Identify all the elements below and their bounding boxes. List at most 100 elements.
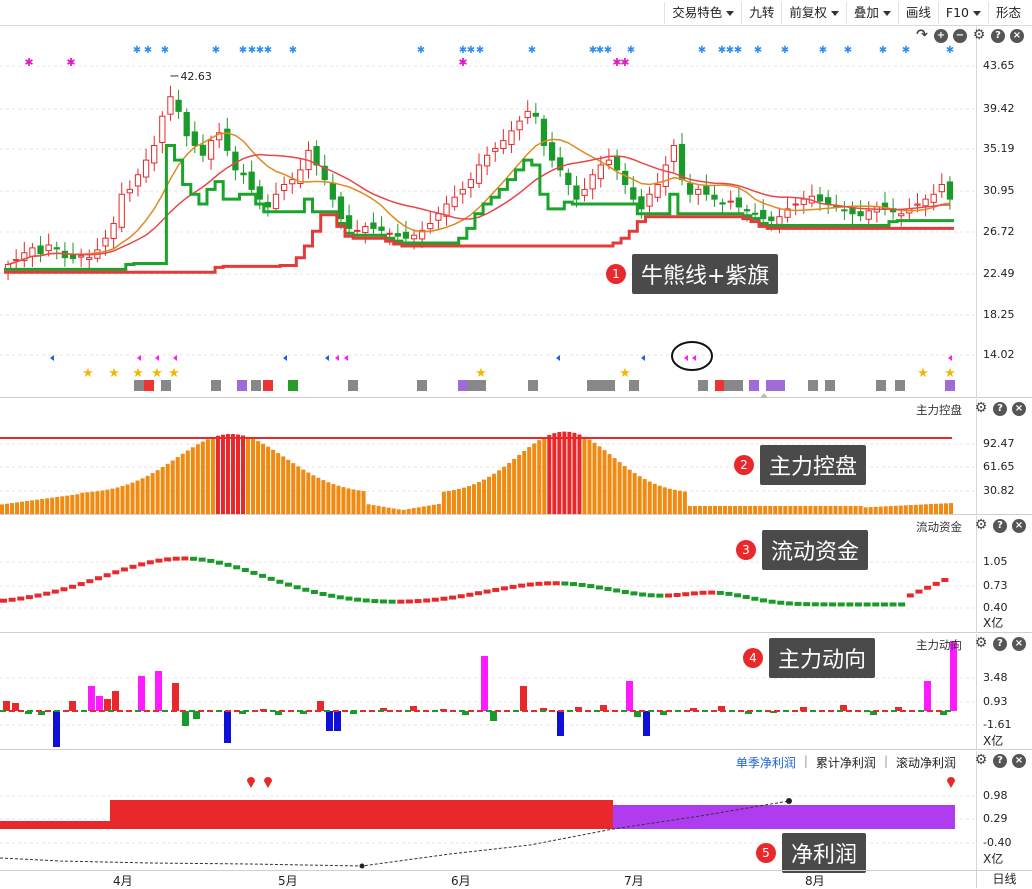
candle [69, 242, 77, 264]
candle [711, 184, 718, 207]
close-icon[interactable]: × [1012, 754, 1026, 768]
net-profit-panel[interactable]: 0.98 0.29 -0.40 X亿 单季净利润 | 累计净利润 | 滚动净利润 ⚙ ? × … [0, 751, 1032, 873]
close-icon[interactable]: × [1012, 402, 1026, 416]
event-box[interactable] [775, 380, 785, 391]
location-pin-icon[interactable] [947, 777, 955, 788]
gear-icon[interactable]: ⚙ [974, 518, 988, 533]
event-box[interactable] [288, 380, 298, 391]
gear-icon[interactable]: ⚙ [974, 636, 988, 651]
candlestick-chart[interactable]: 42.63✱ ✱ ✱ ✱ ✱ ✱ ✱ ✱ ✱ ✱ ✱ ✱ ✱ ✱ ✱✱ ✱ ✱ ✱ ✱ ✱ ✱ ✱ ✱ ✱ ✱ ✱ ✱ ✱✱ ✱ ✱ ✱✱★… [0, 26, 976, 398]
help-icon[interactable]: ? [991, 29, 1005, 43]
event-box[interactable] [467, 380, 477, 391]
liquidity-panel[interactable]: 1.05 0.73 0.40 X亿 流动资金 ⚙ ? × 3 流动资金 [0, 516, 1032, 633]
event-box[interactable] [808, 380, 818, 391]
event-box[interactable] [724, 380, 734, 391]
event-box[interactable] [749, 380, 759, 391]
price-chart-panel[interactable]: 42.63 ✱ ✱ ✱ ✱ ✱ ✱ ✱ ✱ ✱ ✱ ✱ ✱ ✱ ✱ ✱ ✱ ✱ ✱ ✱ ✱ ✱ ✱ ✱ ✱ ✱ ✱ ✱ ✱ ✱ ✱ ✱ ✱ ✱ ✱ ★… [0, 26, 1032, 398]
event-box[interactable] [263, 380, 273, 391]
flow-bar [104, 699, 111, 711]
toolbar-button-2[interactable]: 前复权 [781, 1, 846, 24]
signal-marker: ✱ [528, 45, 536, 56]
event-box[interactable] [144, 380, 154, 391]
event-box[interactable] [134, 380, 144, 391]
control-bar [803, 506, 808, 514]
control-bar [748, 506, 753, 514]
event-box[interactable] [596, 380, 606, 391]
tab-profit-0[interactable]: 单季净利润 [736, 754, 796, 771]
control-bar [85, 492, 90, 514]
event-box[interactable] [251, 380, 261, 391]
candle [557, 146, 564, 177]
gear-icon[interactable]: ⚙ [974, 401, 988, 416]
control-bar [220, 434, 225, 514]
help-icon[interactable]: ? [993, 637, 1007, 651]
main-control-panel[interactable]: 92.47 61.65 30.82 主力控盘 ⚙ ? × 2 主力控盘 [0, 399, 1032, 515]
axis-tick: -0.40 [983, 836, 1012, 849]
event-box[interactable] [715, 380, 725, 391]
toolbar-button-label: F10 [945, 4, 969, 20]
gear-icon[interactable]: ⚙ [972, 28, 986, 43]
event-box[interactable] [476, 380, 486, 391]
help-icon[interactable]: ? [993, 402, 1007, 416]
flow-tick [351, 710, 357, 712]
event-box[interactable] [348, 380, 358, 391]
event-box[interactable] [211, 380, 221, 391]
liquidity-mark [466, 592, 474, 597]
event-box[interactable] [237, 380, 247, 391]
candle [94, 238, 101, 263]
location-pin-icon[interactable] [264, 777, 272, 788]
control-bar [20, 501, 25, 514]
event-box[interactable] [895, 380, 905, 391]
period-button[interactable]: 日线 [976, 871, 1032, 888]
redo-icon[interactable]: ↷ [915, 28, 929, 43]
liquidity-mark [509, 584, 517, 589]
zoom-out-icon[interactable]: − [953, 29, 967, 43]
event-box[interactable] [733, 380, 743, 391]
liquidity-mark [405, 599, 413, 604]
flow-tick [432, 710, 438, 712]
location-pin-icon[interactable] [247, 777, 255, 788]
close-icon[interactable]: × [1012, 519, 1026, 533]
toolbar-button-5[interactable]: F10 [937, 1, 988, 24]
help-icon[interactable]: ? [993, 754, 1007, 768]
toolbar-button-3[interactable]: 叠加 [845, 1, 898, 24]
event-box[interactable] [161, 380, 171, 391]
event-box[interactable] [825, 380, 835, 391]
event-box[interactable] [876, 380, 886, 391]
zoom-in-icon[interactable]: + [934, 29, 948, 43]
candle [727, 190, 734, 210]
toolbar-button-4[interactable]: 画线 [897, 1, 938, 24]
liquidity-mark [777, 600, 785, 605]
close-icon[interactable]: × [1010, 29, 1024, 43]
help-icon[interactable]: ? [993, 519, 1007, 533]
event-box[interactable] [417, 380, 427, 391]
event-box[interactable] [605, 380, 615, 391]
toolbar-button-1[interactable]: 九转 [741, 1, 781, 24]
candle [321, 154, 328, 186]
close-icon[interactable]: × [1012, 637, 1026, 651]
event-box[interactable] [629, 380, 639, 391]
main-flow-panel[interactable]: 3.48 0.93 -1.61 X亿 主力动向 ⚙ ? × 4 主力动向 [0, 634, 1032, 750]
event-box[interactable] [458, 380, 468, 391]
toolbar-button-label: 交易特色 [672, 4, 723, 20]
gear-icon[interactable]: ⚙ [974, 753, 988, 768]
event-box[interactable] [698, 380, 708, 391]
scroll-caret-icon[interactable] [760, 393, 768, 398]
axis-tick: 92.47 [983, 437, 1015, 450]
flow-tick [162, 710, 168, 712]
control-bar [50, 497, 55, 514]
tab-profit-2[interactable]: 滚动净利润 [896, 754, 956, 771]
event-box[interactable] [945, 380, 955, 391]
flag-triangle [325, 355, 329, 361]
event-box[interactable] [766, 380, 776, 391]
signal-marker: ✱ [239, 45, 247, 56]
axis-tick: 0.29 [983, 812, 1008, 825]
event-box[interactable] [587, 380, 597, 391]
control-bar [778, 506, 783, 514]
flag-triangle [173, 355, 177, 361]
toolbar-button-0[interactable]: 交易特色 [664, 1, 741, 24]
toolbar-button-6[interactable]: 形态 [987, 1, 1028, 24]
event-box[interactable] [528, 380, 538, 391]
flow-tick [756, 710, 762, 712]
tab-profit-1[interactable]: 累计净利润 [816, 754, 876, 771]
